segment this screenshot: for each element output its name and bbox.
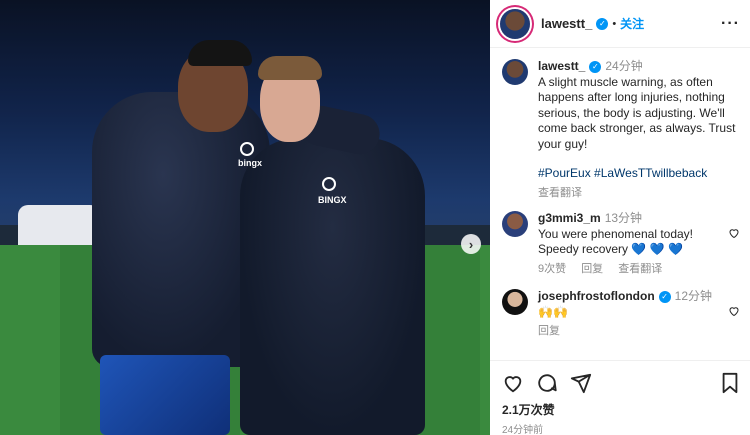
separator-dot: •: [612, 17, 617, 30]
caption-username[interactable]: lawestt_: [538, 59, 585, 73]
comment-time[interactable]: 12分钟: [675, 289, 712, 303]
like-count[interactable]: 2.1万次赞: [502, 401, 740, 418]
header-username[interactable]: lawestt_: [541, 16, 592, 31]
caption-time[interactable]: 24分钟: [605, 59, 642, 73]
avatar[interactable]: [502, 211, 528, 237]
comment-meta: 回复: [538, 324, 722, 340]
verified-icon: ✓: [596, 17, 609, 30]
blue-heart-icon: 💙 💙 💙: [631, 242, 683, 256]
next-image-button[interactable]: ›: [461, 234, 481, 254]
caption-entry: lawestt_ ✓ 24分钟 A slight muscle warning, a…: [502, 59, 740, 201]
post-actions: 2.1万次赞 24分钟前: [490, 360, 750, 435]
comment-time[interactable]: 13分钟: [605, 211, 642, 225]
heart-icon[interactable]: [728, 227, 740, 239]
reply-button[interactable]: 回复: [581, 263, 603, 275]
comments-list[interactable]: lawestt_ ✓ 24分钟 A slight muscle warning, a…: [490, 49, 750, 359]
comment-likes[interactable]: 9次赞: [538, 263, 566, 275]
follow-button[interactable]: 关注: [620, 15, 644, 32]
more-options-icon[interactable]: ···: [721, 15, 740, 33]
post-photo: bingx BINGX ›: [0, 0, 490, 435]
player-left-shorts: [100, 355, 230, 435]
comment-item: josephfrostoflondon ✓ 12分钟 🙌🙌 回复: [502, 289, 740, 340]
comment-meta: 9次赞 回复 查看翻译: [538, 262, 722, 278]
avatar[interactable]: [500, 8, 530, 39]
reply-button[interactable]: 回复: [538, 325, 560, 337]
caption-text: A slight muscle warning, as often happen…: [538, 74, 736, 151]
post-side-panel: lawestt_ ✓ • 关注 ··· lawestt_ ✓ 24分钟 A slig…: [490, 0, 750, 435]
comment-username[interactable]: g3mmi3_m: [538, 211, 601, 225]
comment-item: g3mmi3_m 13分钟 You were phenomenal today! …: [502, 211, 740, 277]
share-icon[interactable]: [570, 372, 592, 394]
translate-link[interactable]: 查看翻译: [538, 186, 740, 202]
player-left-hair: [188, 40, 252, 66]
clap-emoji: 🙌🙌: [538, 304, 568, 319]
club-crest: [322, 177, 336, 191]
bookmark-icon[interactable]: [720, 372, 740, 394]
verified-icon: ✓: [589, 60, 602, 73]
avatar[interactable]: [502, 289, 528, 315]
post-header: lawestt_ ✓ • 关注 ···: [490, 0, 750, 48]
sponsor-logo: BINGX: [318, 195, 347, 205]
translate-link[interactable]: 查看翻译: [618, 263, 662, 275]
comment-icon[interactable]: [536, 372, 558, 394]
sponsor-logo: bingx: [238, 158, 262, 168]
caption-hashtags[interactable]: #PourEux #LaWesTTwillbeback: [538, 166, 740, 182]
club-crest: [240, 142, 254, 156]
comment-username[interactable]: josephfrostoflondon: [538, 289, 655, 303]
post-timestamp: 24分钟前: [502, 425, 544, 435]
heart-icon[interactable]: [728, 305, 740, 317]
verified-icon: ✓: [658, 290, 671, 303]
player-right-hair: [258, 56, 322, 80]
action-icons: [502, 371, 740, 395]
like-heart-icon[interactable]: [502, 372, 524, 394]
avatar[interactable]: [502, 59, 528, 85]
